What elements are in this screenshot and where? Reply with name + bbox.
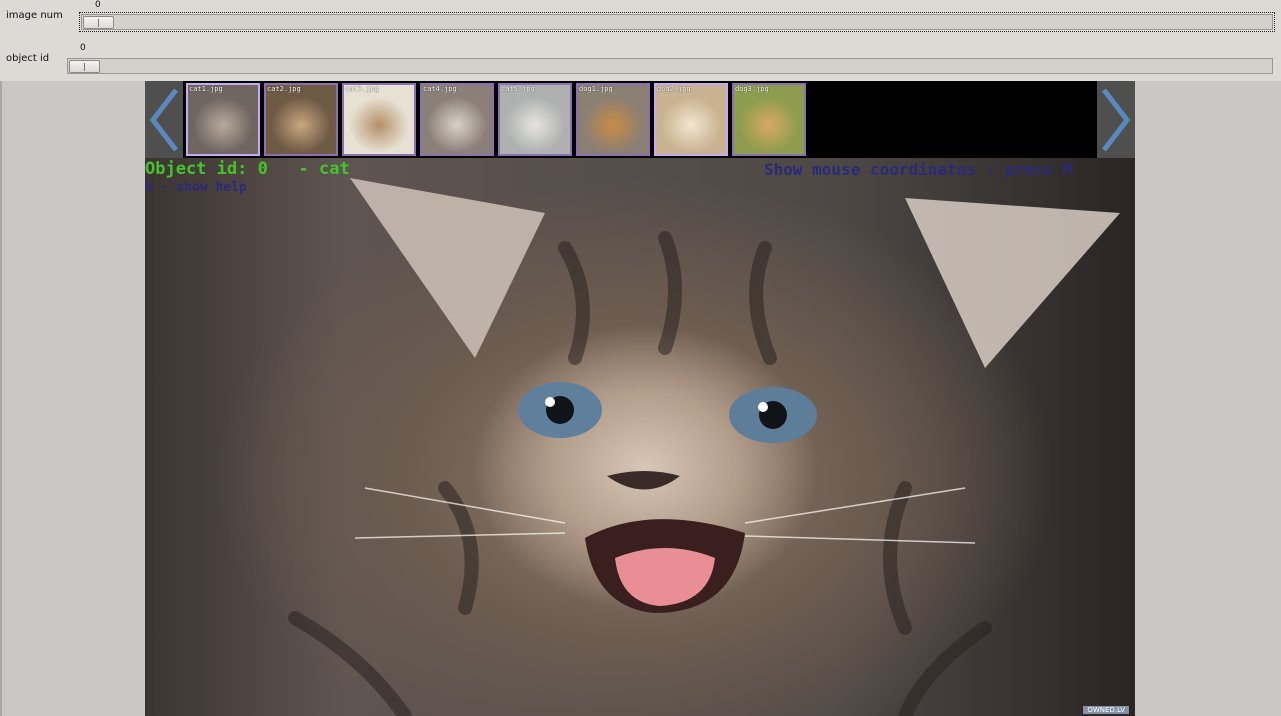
previous-button[interactable] xyxy=(145,81,183,158)
thumbnail-filename: dog1.jpg xyxy=(579,85,613,93)
object-id-slider[interactable] xyxy=(67,58,1273,74)
thumbnail-filename: cat4.jpg xyxy=(423,85,457,93)
thumbnail-filename: cat3.jpg xyxy=(345,85,379,93)
window-edge xyxy=(0,81,2,716)
image-num-value: 0 xyxy=(95,0,101,10)
object-id-label: object id xyxy=(6,53,50,64)
thumbnail-filename: cat2.jpg xyxy=(267,85,301,93)
main-image[interactable]: OWNED.LV xyxy=(145,158,1135,716)
thumbnail-filename: dog3.jpg xyxy=(735,85,769,93)
thumbnail-image xyxy=(266,85,336,154)
chevron-right-icon xyxy=(1102,87,1131,152)
thumbnail-7[interactable]: dog3.jpg xyxy=(732,83,806,156)
kitten-photo xyxy=(288,178,1120,716)
thumbnail-6[interactable]: dog2.jpg xyxy=(654,83,728,156)
thumbnail-image xyxy=(500,85,570,154)
thumbnail-image xyxy=(578,85,648,154)
thumbnail-image xyxy=(656,85,726,154)
thumbnail-3[interactable]: cat4.jpg xyxy=(420,83,494,156)
image-num-label: image num xyxy=(6,10,63,21)
thumbnail-0[interactable]: cat1.jpg xyxy=(186,83,260,156)
object-id-slider-handle[interactable] xyxy=(69,60,100,73)
help-hint: h - show help xyxy=(145,180,247,195)
object-id-value: 0 xyxy=(80,43,86,53)
thumbnail-2[interactable]: cat3.jpg xyxy=(342,83,416,156)
thumbnail-filename: cat5.jpg xyxy=(501,85,535,93)
image-viewer[interactable]: cat1.jpg cat2.jpg cat3.jpg cat4.jpg cat5.jpg… xyxy=(145,81,1135,716)
thumbnail-4[interactable]: cat5.jpg xyxy=(498,83,572,156)
thumbnail-image xyxy=(422,85,492,154)
chevron-left-icon xyxy=(149,87,178,152)
watermark: OWNED.LV xyxy=(1083,706,1129,714)
thumbnail-filename: cat1.jpg xyxy=(189,85,223,93)
mouse-coords-hint: Show mouse coordinates - press M xyxy=(764,160,1073,179)
thumbnail-5[interactable]: dog1.jpg xyxy=(576,83,650,156)
thumbnail-filename: dog2.jpg xyxy=(657,85,691,93)
control-panel: image num 0 object id 0 xyxy=(0,0,1281,81)
object-id-overlay: Object id: 0 - cat xyxy=(145,159,350,179)
next-button[interactable] xyxy=(1097,81,1135,158)
thumbnail-image xyxy=(344,85,414,154)
thumbnail-list: cat1.jpg cat2.jpg cat3.jpg cat4.jpg cat5.jpg… xyxy=(183,81,807,158)
thumbnail-image xyxy=(188,85,258,154)
image-num-slider[interactable] xyxy=(79,12,1275,32)
thumbnail-strip: cat1.jpg cat2.jpg cat3.jpg cat4.jpg cat5.jpg… xyxy=(145,81,1135,158)
thumbnail-1[interactable]: cat2.jpg xyxy=(264,83,338,156)
thumbnail-image xyxy=(734,85,804,154)
image-num-slider-handle[interactable] xyxy=(83,16,114,29)
